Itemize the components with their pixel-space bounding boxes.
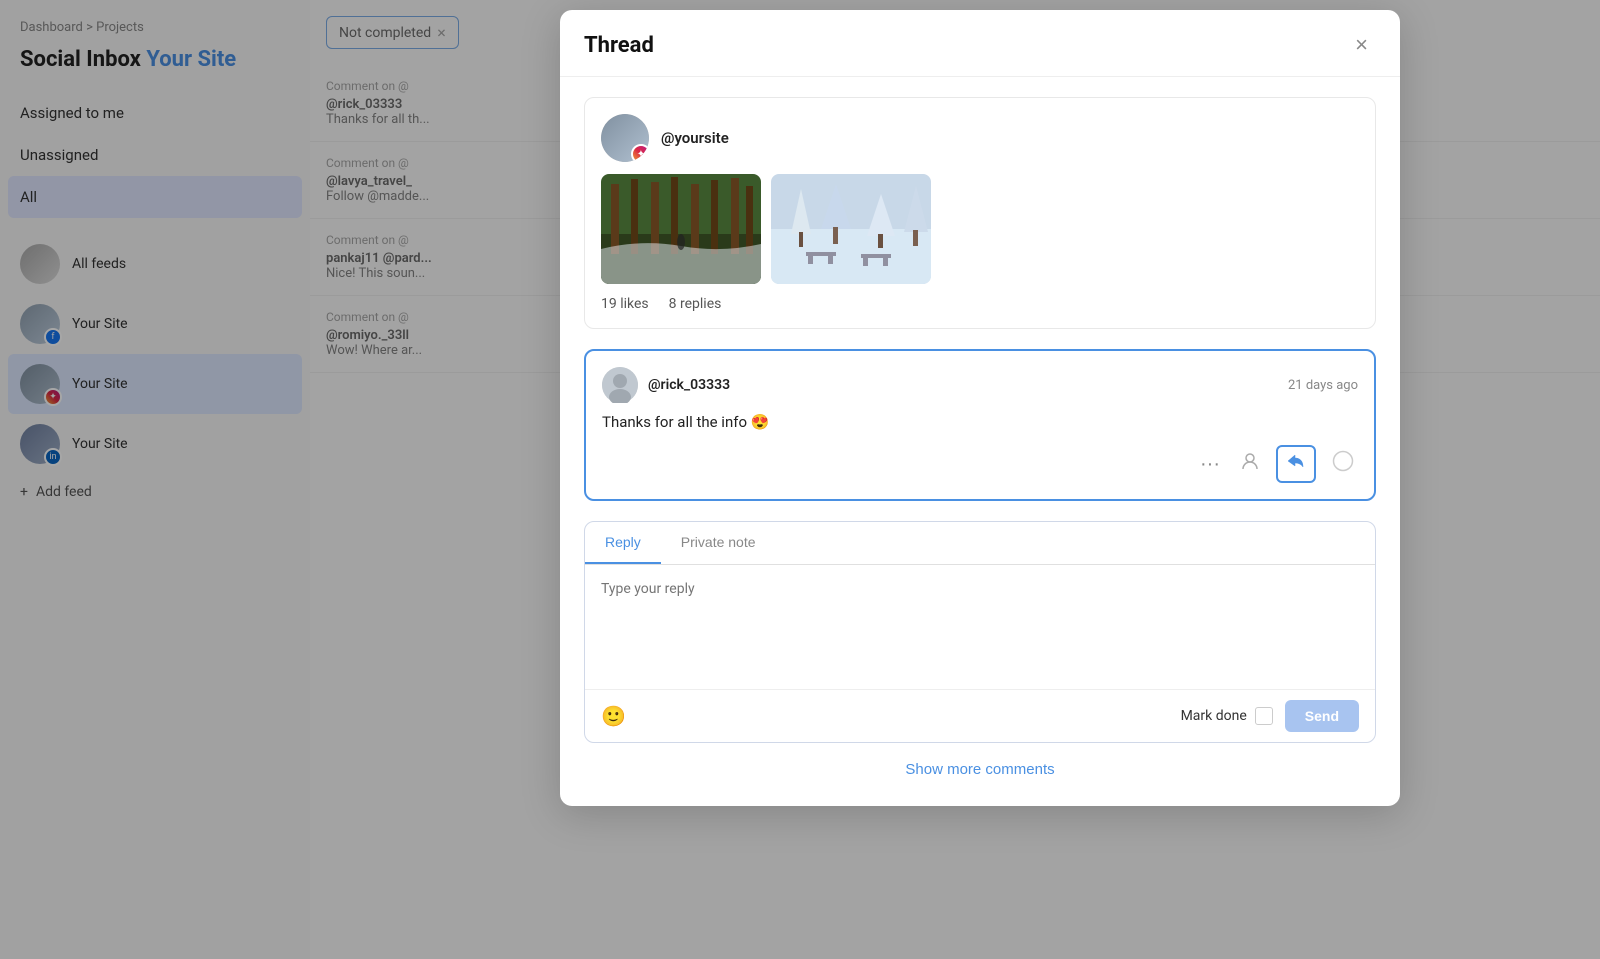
- post-image-snow: [771, 174, 931, 284]
- post-stats: 19 likes 8 replies: [601, 296, 1359, 312]
- post-avatar: ✦: [601, 114, 649, 162]
- reply-composer: Reply Private note 🙂 Mark done Send: [584, 521, 1376, 743]
- more-options-button[interactable]: ···: [1196, 449, 1224, 480]
- reply-button[interactable]: [1276, 445, 1316, 483]
- tab-reply[interactable]: Reply: [585, 522, 661, 564]
- modal-header: Thread ×: [560, 10, 1400, 77]
- thread-modal: Thread × ✦ @yoursite: [560, 10, 1400, 806]
- reply-tabs: Reply Private note: [585, 522, 1375, 565]
- reply-textarea[interactable]: [585, 565, 1375, 685]
- modal-close-button[interactable]: ×: [1347, 30, 1376, 60]
- show-more-comments-button[interactable]: Show more comments: [905, 761, 1054, 778]
- post-header: ✦ @yoursite: [601, 114, 1359, 162]
- comment-actions: ···: [602, 445, 1358, 483]
- comment-card-avatar: [602, 367, 638, 403]
- comment-card-username: @rick_03333: [648, 377, 730, 393]
- comment-card: @rick_03333 21 days ago Thanks for all t…: [584, 349, 1376, 501]
- emoji-button[interactable]: 🙂: [601, 704, 626, 729]
- modal-title: Thread: [584, 33, 654, 58]
- post-replies: 8 replies: [669, 296, 722, 312]
- tab-private-note[interactable]: Private note: [661, 522, 776, 564]
- mark-done-action-button[interactable]: [1328, 446, 1358, 482]
- comment-card-header: @rick_03333 21 days ago: [602, 367, 1358, 403]
- assign-button[interactable]: [1236, 447, 1264, 481]
- send-button[interactable]: Send: [1285, 700, 1359, 732]
- post-instagram-badge: ✦: [631, 144, 649, 162]
- post-username: @yoursite: [661, 129, 729, 147]
- reply-footer: 🙂 Mark done Send: [585, 689, 1375, 742]
- mark-done-label: Mark done: [1181, 707, 1273, 725]
- comment-user-info: @rick_03333: [602, 367, 730, 403]
- post-card: ✦ @yoursite: [584, 97, 1376, 329]
- post-images: [601, 174, 1359, 284]
- comment-card-time: 21 days ago: [1288, 378, 1358, 393]
- comment-card-body: Thanks for all the info 😍: [602, 413, 1358, 431]
- show-more-comments: Show more comments: [584, 743, 1376, 786]
- mark-done-text: Mark done: [1181, 708, 1247, 724]
- reply-actions-right: Mark done Send: [1181, 700, 1359, 732]
- mark-done-checkbox[interactable]: [1255, 707, 1273, 725]
- post-likes: 19 likes: [601, 296, 649, 312]
- post-image-forest: [601, 174, 761, 284]
- modal-body: ✦ @yoursite: [560, 77, 1400, 806]
